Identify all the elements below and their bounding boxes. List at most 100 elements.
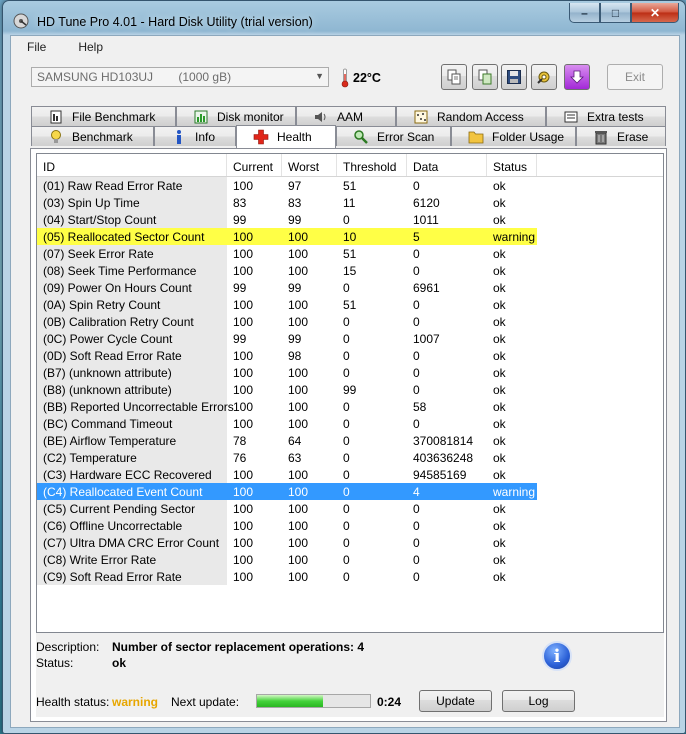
table-row[interactable]: (07) Seek Error Rate 100 100 51 0 ok — [37, 245, 663, 262]
tab-file-benchmark[interactable]: File Benchmark — [31, 106, 176, 126]
tab-label: Random Access — [437, 109, 524, 124]
table-row[interactable]: (C9) Soft Read Error Rate 100 100 0 0 ok — [37, 568, 663, 585]
lightbulb-icon — [48, 129, 64, 145]
menu-bar: File Help — [11, 36, 679, 58]
drive-name: SAMSUNG HD103UJ — [37, 70, 154, 84]
cell-worst: 100 — [288, 298, 309, 312]
minimize-button[interactable]: – — [569, 3, 600, 23]
table-row[interactable]: (C7) Ultra DMA CRC Error Count 100 100 0 0 ok — [37, 534, 663, 551]
tab-label: Erase — [617, 129, 649, 144]
table-row[interactable]: (0D) Soft Read Error Rate 100 98 0 0 ok — [37, 347, 663, 364]
update-button[interactable]: Update — [419, 690, 492, 712]
cell-current: 100 — [233, 417, 254, 431]
copy-screenshot-icon — [478, 69, 492, 85]
cell-worst: 100 — [288, 264, 309, 278]
save-button[interactable] — [501, 64, 527, 90]
maximize-button[interactable]: □ — [600, 3, 631, 23]
table-row[interactable]: (09) Power On Hours Count 99 99 0 6961 ok — [37, 279, 663, 296]
cell-data: 0 — [413, 536, 420, 550]
cell-id: (05) Reallocated Sector Count — [37, 228, 227, 245]
tab-error-scan[interactable]: Error Scan — [336, 126, 451, 146]
options-button[interactable] — [531, 64, 557, 90]
description-value: Number of sector replacement operations:… — [112, 640, 365, 654]
cell-id: (C5) Current Pending Sector — [37, 500, 227, 517]
cell-status: ok — [493, 366, 506, 380]
cell-data: 0 — [413, 315, 420, 329]
cell-id: (C4) Reallocated Event Count — [37, 483, 227, 500]
random-access-icon — [413, 109, 429, 125]
tab-aam[interactable]: AAM — [296, 106, 396, 126]
tab-health[interactable]: Health — [236, 125, 336, 148]
cell-status: ok — [493, 179, 506, 193]
info-icon: i — [542, 641, 572, 671]
close-icon: ✕ — [649, 5, 661, 20]
column-header-threshold[interactable]: Threshold — [337, 154, 407, 176]
tab-info[interactable]: Info — [154, 126, 236, 146]
extra-tests-icon — [563, 109, 579, 125]
cell-current: 100 — [233, 264, 254, 278]
column-header-current[interactable]: Current — [227, 154, 282, 176]
client-area: File Help SAMSUNG HD103UJ (1000 gB) ▼ 22… — [10, 35, 680, 728]
table-row[interactable]: (01) Raw Read Error Rate 100 97 51 0 ok — [37, 177, 663, 194]
cell-status: ok — [493, 468, 506, 482]
file-benchmark-icon — [48, 109, 64, 125]
table-row[interactable]: (03) Spin Up Time 83 83 11 6120 ok — [37, 194, 663, 211]
table-row[interactable]: (C4) Reallocated Event Count 100 100 0 4 warn… — [37, 483, 663, 500]
table-row[interactable]: (0B) Calibration Retry Count 100 100 0 0 ok — [37, 313, 663, 330]
table-row[interactable]: (C6) Offline Uncorrectable 100 100 0 0 ok — [37, 517, 663, 534]
cell-current: 100 — [233, 383, 254, 397]
smart-attributes-grid[interactable]: ID Current Worst Threshold Data Status (… — [36, 153, 664, 633]
table-row[interactable]: (04) Start/Stop Count 99 99 0 1011 ok — [37, 211, 663, 228]
column-header-status[interactable]: Status — [487, 154, 537, 176]
close-button[interactable]: ✕ — [631, 3, 679, 23]
copy-screenshot-button[interactable] — [472, 64, 498, 90]
table-row[interactable]: (C5) Current Pending Sector 100 100 0 0 ok — [37, 500, 663, 517]
cell-id: (04) Start/Stop Count — [37, 211, 227, 228]
title-bar[interactable]: HD Tune Pro 4.01 - Hard Disk Utility (tr… — [3, 1, 685, 35]
table-row[interactable]: (05) Reallocated Sector Count 100 100 10 5 wa… — [37, 228, 663, 245]
magnifier-icon — [353, 129, 369, 145]
tab-benchmark[interactable]: Benchmark — [31, 126, 154, 146]
column-header-worst[interactable]: Worst — [282, 154, 337, 176]
cell-threshold: 0 — [343, 502, 350, 516]
table-row[interactable]: (B8) (unknown attribute) 100 100 99 0 ok — [37, 381, 663, 398]
tab-extra-tests[interactable]: Extra tests — [546, 106, 666, 126]
cell-id: (BC) Command Timeout — [37, 415, 227, 432]
cell-current: 100 — [233, 570, 254, 584]
table-row[interactable]: (BE) Airflow Temperature 78 64 0 370081814 ok — [37, 432, 663, 449]
menu-file[interactable]: File — [11, 40, 62, 54]
cell-threshold: 99 — [343, 383, 357, 397]
cell-status: ok — [493, 264, 506, 278]
download-button[interactable] — [564, 64, 590, 90]
drive-select[interactable]: SAMSUNG HD103UJ (1000 gB) ▼ — [31, 67, 329, 87]
cell-current: 100 — [227, 483, 282, 500]
copy-info-button[interactable] — [441, 64, 467, 90]
tab-random-access[interactable]: Random Access — [396, 106, 546, 126]
cell-current: 100 — [233, 553, 254, 567]
table-row[interactable]: (0C) Power Cycle Count 99 99 0 1007 ok — [37, 330, 663, 347]
table-row[interactable]: (C2) Temperature 76 63 0 403636248 ok — [37, 449, 663, 466]
table-row[interactable]: (C3) Hardware ECC Recovered 100 100 0 945851… — [37, 466, 663, 483]
table-row[interactable]: (0A) Spin Retry Count 100 100 51 0 ok — [37, 296, 663, 313]
column-header-data[interactable]: Data — [407, 154, 487, 176]
cell-data: 403636248 — [413, 451, 474, 465]
menu-help[interactable]: Help — [62, 40, 113, 54]
table-row[interactable]: (BC) Command Timeout 100 100 0 0 ok — [37, 415, 663, 432]
cell-worst: 100 — [282, 483, 337, 500]
tab-folder-usage[interactable]: Folder Usage — [451, 126, 576, 146]
column-header-id[interactable]: ID — [37, 154, 227, 176]
cell-status: ok — [493, 502, 506, 516]
cell-data: 0 — [413, 570, 420, 584]
cell-status: ok — [493, 553, 506, 567]
cell-current: 99 — [233, 213, 247, 227]
table-row[interactable]: (C8) Write Error Rate 100 100 0 0 ok — [37, 551, 663, 568]
cell-worst: 99 — [288, 281, 302, 295]
cell-threshold: 0 — [343, 570, 350, 584]
table-row[interactable]: (BB) Reported Uncorrectable Errors 100 100… — [37, 398, 663, 415]
exit-button[interactable]: Exit — [607, 64, 663, 90]
tab-disk-monitor[interactable]: Disk monitor — [176, 106, 296, 126]
tab-erase[interactable]: Erase — [576, 126, 666, 146]
table-row[interactable]: (B7) (unknown attribute) 100 100 0 0 ok — [37, 364, 663, 381]
table-row[interactable]: (08) Seek Time Performance 100 100 15 0 ok — [37, 262, 663, 279]
log-button[interactable]: Log — [502, 690, 575, 712]
